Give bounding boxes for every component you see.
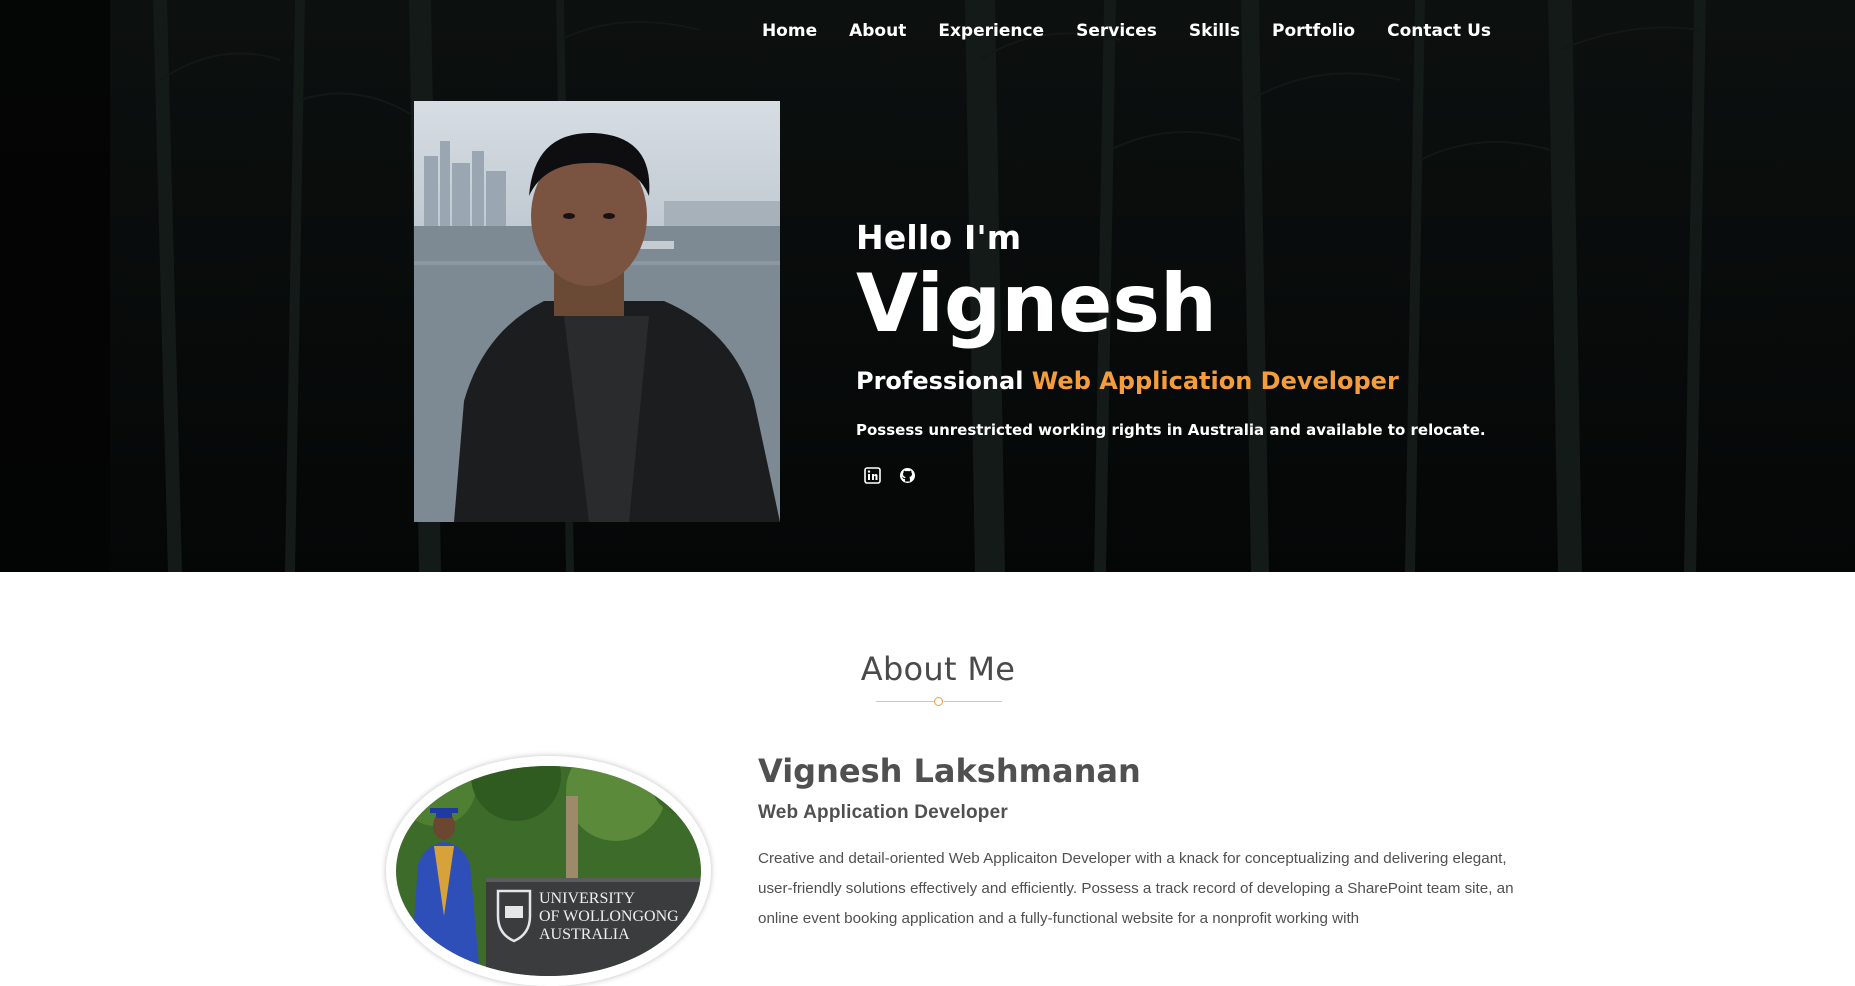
working-rights-text: Possess unrestricted working rights in A… — [856, 421, 1486, 439]
github-icon[interactable] — [899, 467, 916, 484]
nav-experience[interactable]: Experience — [922, 18, 1060, 44]
hero-greeting: Hello I'm — [856, 218, 1022, 257]
divider-line-left — [876, 701, 934, 702]
nav-home[interactable]: Home — [746, 18, 833, 44]
profile-photo — [414, 101, 780, 522]
about-bio: Creative and detail-oriented Web Applica… — [758, 850, 1514, 927]
nav-portfolio[interactable]: Portfolio — [1256, 18, 1371, 44]
linkedin-icon[interactable] — [864, 467, 881, 484]
hero-tagline: Professional Web Application Developer — [856, 367, 1556, 395]
tagline-accent: Web Application Developer — [1031, 367, 1399, 395]
main-nav: Home About Experience Services Skills Po… — [746, 18, 1507, 44]
about-section-title: About Me — [860, 650, 1016, 688]
nav-skills[interactable]: Skills — [1173, 18, 1256, 44]
hero-intro: Hello I'm Vignesh Professional Web Appli… — [856, 218, 1556, 484]
sign-line-3: AUSTRALIA — [539, 926, 630, 943]
title-divider — [876, 697, 1002, 707]
about-full-name: Vignesh Lakshmanan — [758, 752, 1141, 790]
nav-services[interactable]: Services — [1060, 18, 1173, 44]
about-text: Vignesh Lakshmanan Web Application Devel… — [758, 752, 1518, 934]
graduation-photo-inner: UNIVERSITY OF WOLLONGONG AUSTRALIA — [396, 766, 701, 976]
nav-about[interactable]: About — [833, 18, 922, 44]
sign-line-2: OF WOLLONGONG — [539, 908, 679, 925]
hero-section: Home About Experience Services Skills Po… — [0, 0, 1855, 572]
nav-contact-us[interactable]: Contact Us — [1371, 18, 1507, 44]
hero-name: Vignesh — [856, 257, 1217, 350]
about-role: Web Application Developer — [758, 802, 1008, 823]
sign-line-1: UNIVERSITY — [539, 890, 635, 907]
tagline-prefix: Professional — [856, 367, 1024, 395]
divider-dot — [934, 697, 943, 706]
social-links — [856, 467, 1556, 484]
divider-line-right — [944, 701, 1002, 702]
